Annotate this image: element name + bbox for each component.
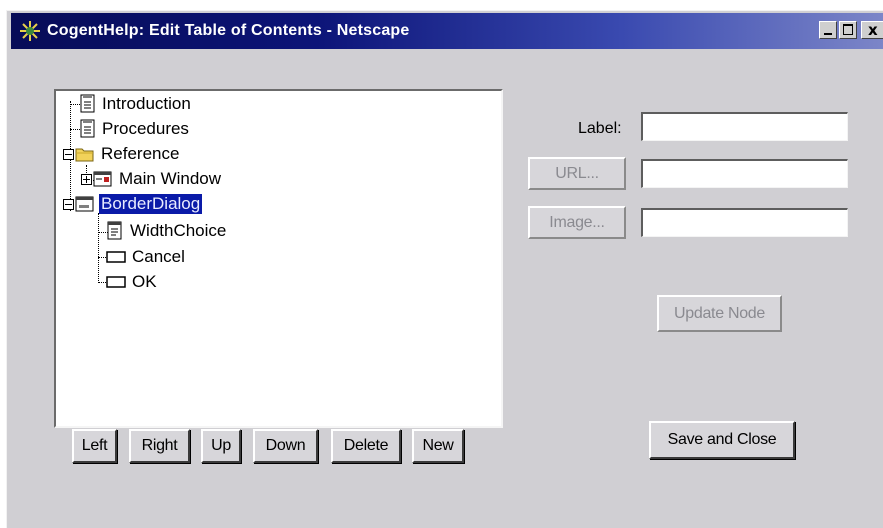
edit-toc-window: CogentHelp: Edit Table of Contents - Net… [6,10,883,528]
label-input[interactable] [641,112,848,141]
tree-node-width-choice[interactable]: WidthChoice [106,220,228,242]
dialog-icon [75,196,94,212]
down-button[interactable]: Down [253,429,318,463]
close-button[interactable]: x [861,21,883,39]
folder-icon [75,148,94,162]
tree-node-cancel[interactable]: Cancel [106,246,187,268]
collapse-toggle[interactable] [63,148,74,160]
tree-node-label: Reference [101,144,180,163]
tree-node-label: OK [132,272,157,291]
tree-node-procedures[interactable]: Procedures [80,118,191,140]
tree-node-border-dialog[interactable]: BorderDialog [63,193,203,215]
tree-node-main-window[interactable]: Main Window [81,168,223,190]
new-button[interactable]: New [412,429,464,463]
button-icon [106,251,126,263]
label-caption: Label: [578,120,622,137]
delete-button[interactable]: Delete [331,429,401,463]
window-icon [93,171,112,187]
tree-node-label: Introduction [102,94,191,113]
maximize-button[interactable] [839,21,857,39]
tree-node-introduction[interactable]: Introduction [80,93,193,115]
tree-node-label: Procedures [102,119,189,138]
tree-node-reference[interactable]: Reference [63,143,181,165]
netscape-app-icon [20,21,40,41]
toc-tree[interactable]: Introduction Procedures Reference Main W… [54,89,503,428]
button-icon [106,276,126,288]
minimize-button[interactable] [819,21,837,39]
choice-icon [107,221,122,240]
up-button[interactable]: Up [201,429,241,463]
title-bar[interactable]: CogentHelp: Edit Table of Contents - Net… [11,13,883,49]
window-title: CogentHelp: Edit Table of Contents - Net… [47,22,410,39]
image-button[interactable]: Image... [528,206,626,239]
tree-node-label: Main Window [119,169,222,188]
document-icon [80,94,95,113]
save-and-close-button[interactable]: Save and Close [649,421,795,459]
tree-node-label: BorderDialog [99,194,203,214]
close-icon: x [868,21,878,39]
image-input[interactable] [641,208,848,237]
url-button[interactable]: URL... [528,157,626,190]
right-button[interactable]: Right [129,429,190,463]
tree-node-label: Cancel [132,247,185,266]
tree-node-ok[interactable]: OK [106,271,159,293]
collapse-toggle[interactable] [63,198,74,210]
url-input[interactable] [641,159,848,188]
update-node-button[interactable]: Update Node [657,295,782,332]
expand-toggle[interactable] [81,173,92,185]
document-icon [80,119,95,138]
tree-node-label: WidthChoice [130,221,227,240]
left-button[interactable]: Left [72,429,117,463]
